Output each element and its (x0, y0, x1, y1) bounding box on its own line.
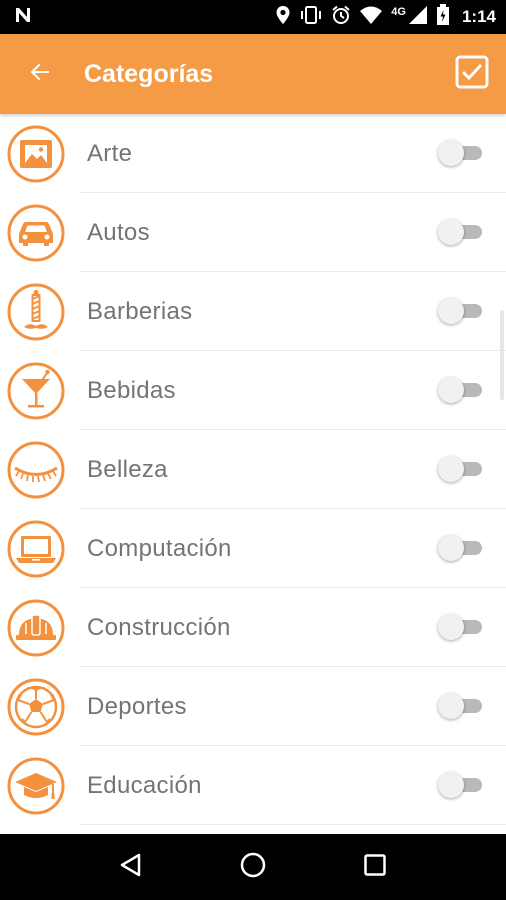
hard-hat-icon (7, 599, 65, 657)
category-row-deportes[interactable]: Deportes (0, 667, 506, 746)
category-toggle-belleza[interactable] (438, 456, 484, 482)
network-type-label: 4G (391, 6, 406, 18)
nav-back-button[interactable] (111, 847, 151, 887)
page-title: Categorías (84, 59, 214, 88)
category-list[interactable]: Arte Autos Barberias Bebidas Belleza Com… (0, 114, 506, 834)
cocktail-glass-icon (7, 362, 65, 420)
arrow-back-icon (28, 60, 52, 89)
category-toggle-bebidas[interactable] (438, 377, 484, 403)
category-row-belleza[interactable]: Belleza (0, 430, 506, 509)
nav-recents-button[interactable] (355, 847, 395, 887)
category-row-bebidas[interactable]: Bebidas (0, 351, 506, 430)
category-label: Autos (87, 218, 150, 246)
scrollbar[interactable] (500, 310, 504, 400)
checkbox-checked-icon (455, 55, 489, 94)
category-toggle-construccion[interactable] (438, 614, 484, 640)
notification-n-icon (14, 6, 32, 29)
category-label: Arte (87, 139, 133, 167)
category-label: Educación (87, 771, 202, 799)
category-row-construccion[interactable]: Construcción (0, 588, 506, 667)
graduation-cap-icon (7, 757, 65, 815)
eyelash-icon (7, 441, 65, 499)
category-toggle-computacion[interactable] (438, 535, 484, 561)
location-icon (275, 5, 291, 30)
vibrate-icon (299, 5, 323, 30)
signal-icon (408, 5, 428, 30)
picture-frame-icon (7, 125, 65, 183)
confirm-button[interactable] (454, 55, 490, 94)
category-toggle-arte[interactable] (438, 140, 484, 166)
category-row-autos[interactable]: Autos (0, 193, 506, 272)
category-row-computacion[interactable]: Computación (0, 509, 506, 588)
status-bar: 4G 1:14 (0, 0, 506, 34)
category-toggle-deportes[interactable] (438, 693, 484, 719)
category-label: Computación (87, 534, 232, 562)
car-icon (7, 204, 65, 262)
category-label: Deportes (87, 692, 187, 720)
status-time: 1:14 (461, 7, 496, 26)
category-toggle-barberias[interactable] (438, 298, 484, 324)
category-label: Barberias (87, 297, 193, 325)
recents-square-icon (363, 853, 387, 882)
category-row-arte[interactable]: Arte (0, 114, 506, 193)
category-toggle-educacion[interactable] (438, 772, 484, 798)
category-label: Construcción (87, 613, 231, 641)
nav-home-button[interactable] (233, 847, 273, 887)
category-label: Bebidas (87, 376, 176, 404)
back-triangle-icon (118, 852, 144, 883)
back-button[interactable] (20, 54, 60, 94)
barber-pole-icon (7, 283, 65, 341)
laptop-icon (7, 520, 65, 578)
category-label: Belleza (87, 455, 168, 483)
category-row-educacion[interactable]: Educación (0, 746, 506, 825)
system-nav-bar (0, 834, 506, 900)
category-row-barberias[interactable]: Barberias (0, 272, 506, 351)
category-toggle-autos[interactable] (438, 219, 484, 245)
wifi-icon (359, 5, 383, 30)
app-bar: Categorías (0, 34, 506, 114)
battery-icon (436, 3, 450, 31)
home-circle-icon (239, 851, 267, 884)
soccer-ball-icon (7, 678, 65, 736)
alarm-icon (331, 5, 351, 30)
